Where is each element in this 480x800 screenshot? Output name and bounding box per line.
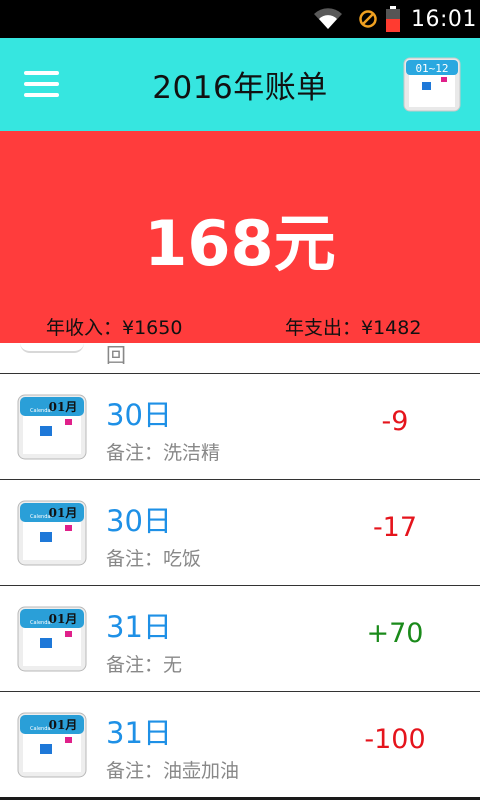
record-date: 30日 <box>106 504 172 538</box>
svg-text:01月: 01月 <box>49 718 78 732</box>
calendar-icon: Calendar 01月 <box>17 394 87 460</box>
record-note: 备注：油壶加油 <box>106 760 240 782</box>
year-balance: 168元 <box>144 207 336 280</box>
record-date: 31日 <box>106 716 172 750</box>
status-time: 16:01 <box>411 6 477 32</box>
calendar-range-button[interactable]: 01~12 <box>403 56 463 114</box>
record-date: 31日 <box>106 610 172 644</box>
list-item[interactable]: Calendar 01月 31日 备注：无 +70 <box>0 586 480 692</box>
year-income: 年收入：¥1650 <box>46 317 183 339</box>
list-item[interactable]: Calendar 01月 30日 备注：洗洁精 -9 <box>0 374 480 480</box>
record-amount: +70 <box>366 618 424 649</box>
summary-panel: 168元 年收入：¥1650 年支出：¥1482 <box>0 131 480 343</box>
record-amount: -9 <box>381 406 409 437</box>
record-date: 30日 <box>106 398 172 432</box>
app-header: 2016年账单 01~12 <box>0 38 480 131</box>
record-note: 备注：洗洁精 <box>106 442 221 464</box>
calendar-icon <box>20 343 84 353</box>
calendar-range-icon: 01~12 <box>403 57 461 112</box>
record-amount: -17 <box>372 512 418 543</box>
wifi-icon <box>312 0 344 38</box>
dnd-icon <box>358 0 380 38</box>
partial-row-text: 回 <box>106 343 126 367</box>
calendar-icon: Calendar 01月 <box>17 500 87 566</box>
record-amount: -100 <box>364 724 426 755</box>
calendar-badge: 01~12 <box>415 62 448 75</box>
svg-text:01月: 01月 <box>49 612 78 626</box>
year-expense: 年支出：¥1482 <box>285 317 422 339</box>
record-note: 备注：无 <box>106 654 183 676</box>
calendar-icon: Calendar 01月 <box>17 606 87 672</box>
record-note: 备注：吃饭 <box>106 548 202 570</box>
list-item[interactable]: Calendar 01月 31日 备注：油壶加油 -100 <box>0 692 480 798</box>
battery-icon <box>386 0 404 38</box>
list-item[interactable]: 回 <box>0 343 480 374</box>
records-list[interactable]: 回 Calendar 01月 30日 备注：洗洁精 -9 Calendar 01… <box>0 343 480 800</box>
svg-text:01月: 01月 <box>49 506 78 520</box>
svg-text:01月: 01月 <box>49 400 78 414</box>
list-item[interactable]: Calendar 01月 30日 备注：吃饭 -17 <box>0 480 480 586</box>
calendar-icon: Calendar 01月 <box>17 712 87 778</box>
status-bar: 16:01 <box>0 0 480 38</box>
